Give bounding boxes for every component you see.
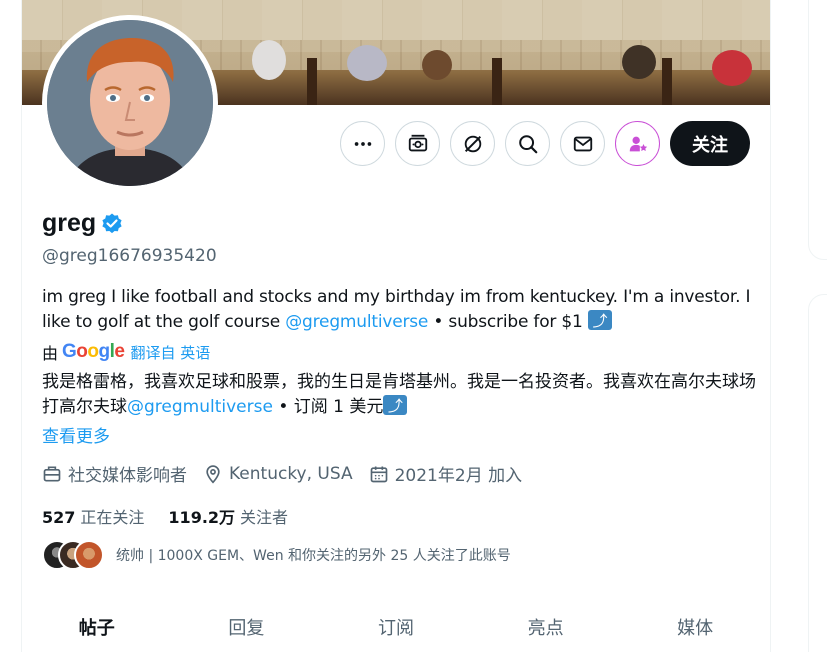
user-handle: @greg16676935420 <box>42 246 217 266</box>
message-icon <box>573 136 592 151</box>
sidebar-card <box>808 0 827 260</box>
profile-actions <box>340 121 660 166</box>
arrow-emoji-icon <box>383 394 408 419</box>
bio-translation-mention-link[interactable]: @gregmultiverse <box>127 397 273 417</box>
briefcase-icon <box>43 466 61 481</box>
followers-count: 119.2万 <box>168 508 236 527</box>
followers-label: 关注者 <box>240 508 289 527</box>
subscribe-button[interactable] <box>395 121 440 166</box>
tab-replies[interactable]: 回复 <box>172 600 322 652</box>
grok-icon <box>464 135 481 152</box>
following-link[interactable]: 527 正在关注 <box>42 504 144 528</box>
sidebar-card <box>808 294 827 652</box>
profile-meta: 社交媒体影响者 Kentucky, USA 2021年2月 加入 <box>42 461 522 486</box>
subscriber-badge-button[interactable] <box>615 121 660 166</box>
left-rail <box>0 0 22 652</box>
bio-mention-link[interactable]: @gregmultiverse <box>285 312 428 332</box>
banner-table-leg <box>307 58 317 105</box>
see-more-link[interactable]: 查看更多 <box>42 422 110 447</box>
search-icon <box>518 134 537 153</box>
column-divider <box>770 0 771 652</box>
bio-translation: 我是格雷格，我喜欢足球和股票，我的生日是肯塔基州。我是一名投资者。我喜欢在高尔夫… <box>42 370 762 420</box>
following-label: 正在关注 <box>80 508 145 527</box>
avatar[interactable] <box>42 15 218 191</box>
profile-tabs: 帖子 回复 订阅 亮点 媒体 <box>22 600 770 652</box>
category-item: 社交媒体影响者 <box>42 461 187 486</box>
arrow-emoji-icon <box>587 309 612 334</box>
banner-table-leg <box>492 58 502 105</box>
follow-stats: 527 正在关注 119.2万 关注者 <box>42 504 288 528</box>
display-name: greg <box>42 209 97 237</box>
display-name-row: greg <box>42 209 124 238</box>
translate-by-label: 由 <box>42 344 59 363</box>
more-button[interactable] <box>340 121 385 166</box>
banner-figure <box>622 45 656 79</box>
verified-badge-icon[interactable] <box>100 212 124 236</box>
mutual-avatar <box>74 540 104 570</box>
mutual-avatars <box>42 540 104 570</box>
location-pin-icon <box>206 464 220 484</box>
search-button[interactable] <box>505 121 550 166</box>
avatar-photo <box>47 20 213 186</box>
google-logo-icon: Google <box>62 341 125 362</box>
location-label: Kentucky, USA <box>229 463 353 484</box>
banner-table-leg <box>662 58 672 105</box>
followers-link[interactable]: 119.2万 关注者 <box>168 504 288 528</box>
banner-figure <box>252 40 286 80</box>
translated-from-link[interactable]: 翻译自 英语 <box>130 342 210 363</box>
bio-text-part: • subscribe for $1 <box>428 312 588 332</box>
banner-figure <box>422 50 452 80</box>
tab-subscriptions[interactable]: 订阅 <box>321 600 471 652</box>
category-label: 社交媒体影响者 <box>68 466 187 486</box>
tab-media[interactable]: 媒体 <box>620 600 770 652</box>
followers-you-know[interactable]: 统帅 | 1000X GEM、Wen 和你关注的另外 25 人关注了此账号 <box>42 540 511 570</box>
banner-figure <box>712 50 752 86</box>
grok-button[interactable] <box>450 121 495 166</box>
subscribe-icon <box>408 134 427 151</box>
avatar-face-image <box>47 20 213 186</box>
more-icon <box>354 141 371 146</box>
calendar-icon <box>370 466 387 482</box>
follow-button[interactable]: 关注 <box>670 121 750 166</box>
joined-item: 2021年2月 加入 <box>369 461 522 486</box>
bio-translation-part: • 订阅 1 美元 <box>272 397 384 417</box>
location-item: Kentucky, USA <box>203 464 353 484</box>
followed-by-text: 统帅 | 1000X GEM、Wen 和你关注的另外 25 人关注了此账号 <box>116 548 511 564</box>
joined-label: 2021年2月 加入 <box>394 466 523 486</box>
message-button[interactable] <box>560 121 605 166</box>
following-count: 527 <box>42 508 76 527</box>
banner-figure <box>347 45 387 81</box>
subscriber-star-icon <box>629 136 647 151</box>
tab-highlights[interactable]: 亮点 <box>471 600 621 652</box>
translation-attribution: 由 Google 翻译自 英语 <box>42 340 210 364</box>
bio-text: im greg I like football and stocks and m… <box>42 285 762 335</box>
tab-posts[interactable]: 帖子 <box>22 600 172 652</box>
